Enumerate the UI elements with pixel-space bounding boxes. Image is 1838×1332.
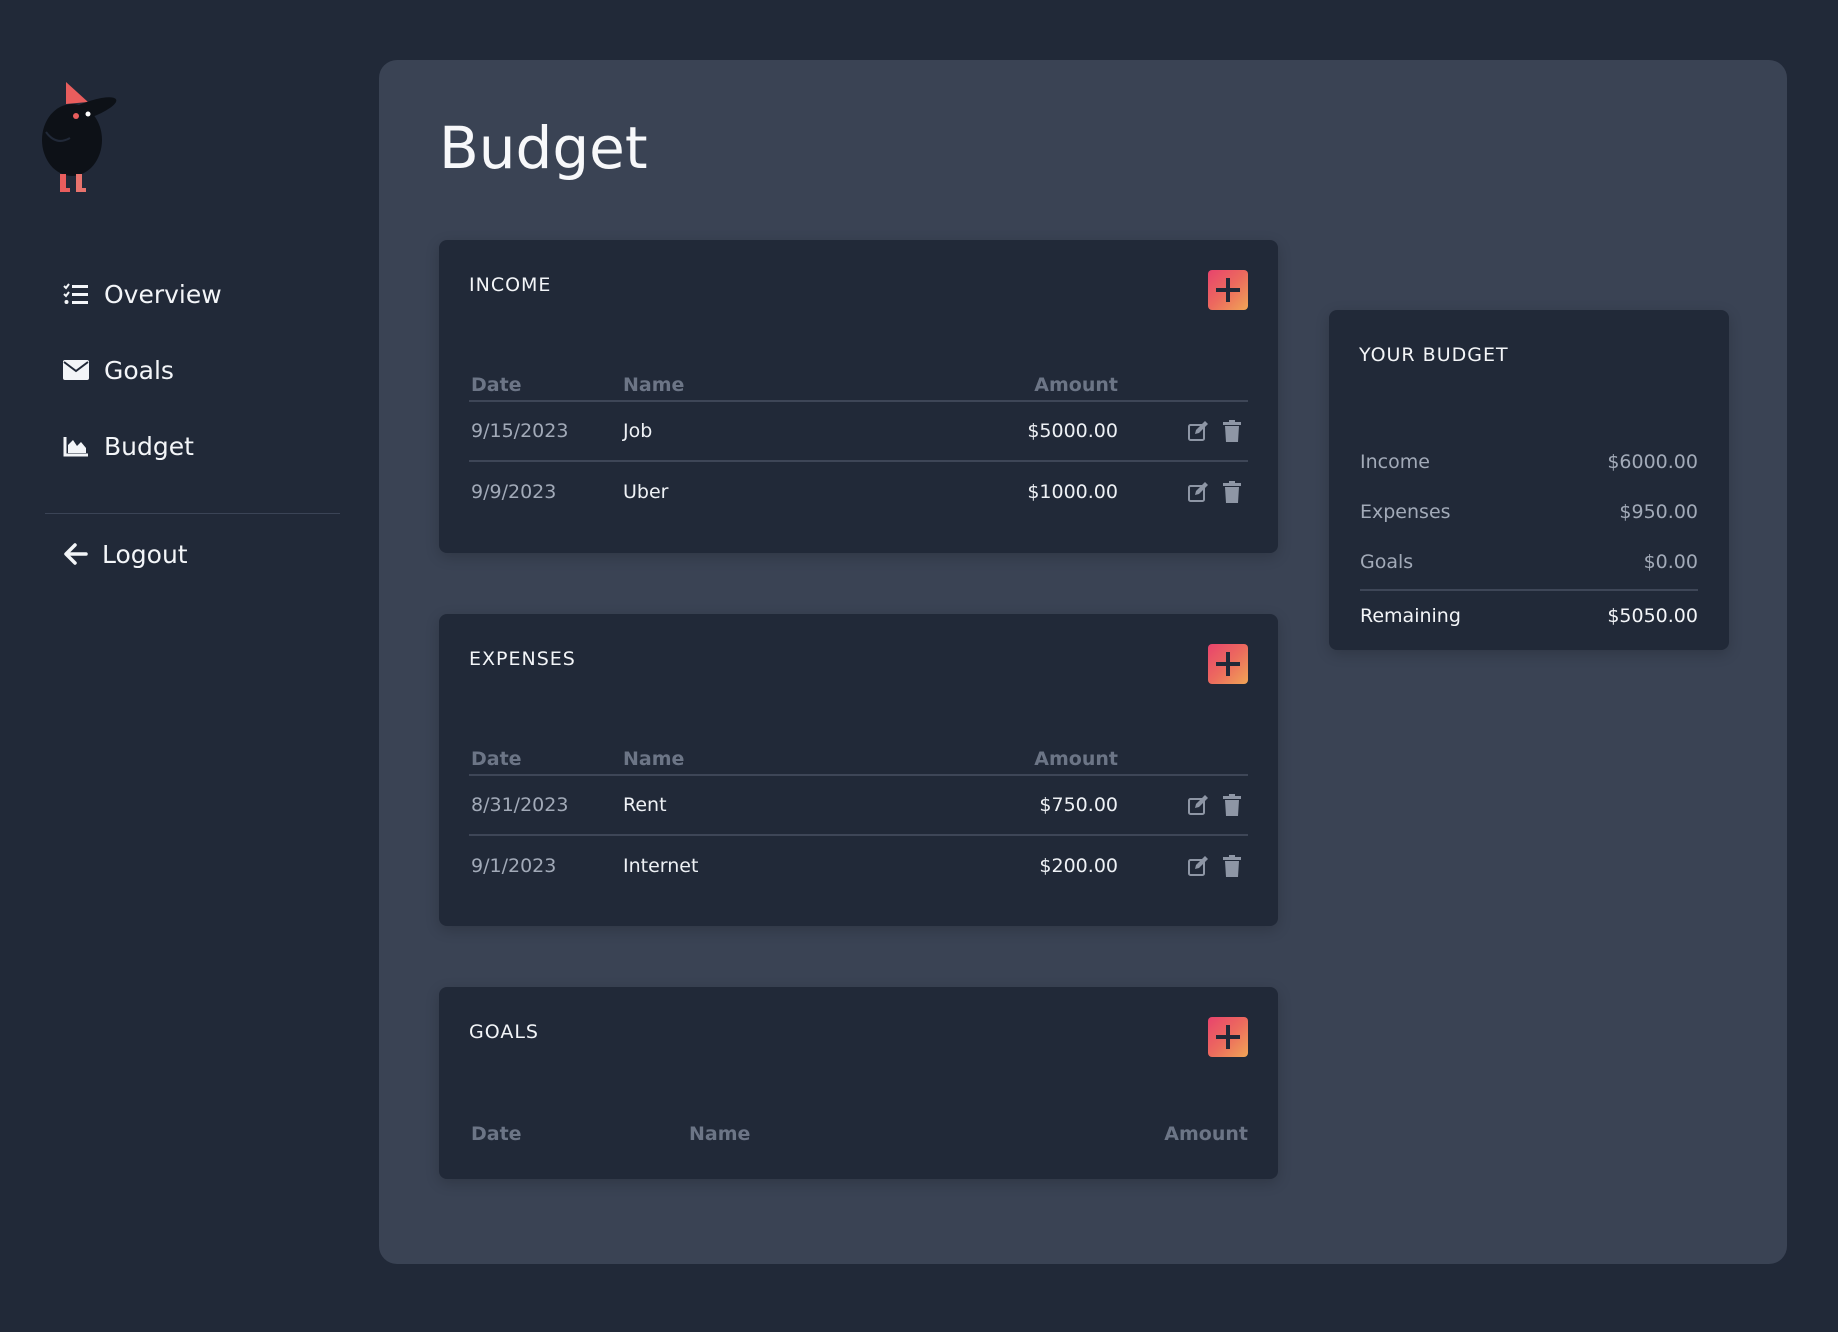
- summary-label: Income: [1360, 451, 1430, 473]
- edit-icon[interactable]: [1186, 480, 1210, 504]
- edit-icon[interactable]: [1186, 793, 1210, 817]
- row-date: 9/15/2023: [471, 420, 569, 442]
- sidebar-item-goals[interactable]: Goals: [62, 346, 342, 394]
- row-amount: $200.00: [1039, 855, 1118, 877]
- summary-rows: Income $6000.00 Expenses $950.00 Goals $…: [1360, 437, 1698, 641]
- trash-icon[interactable]: [1220, 419, 1244, 443]
- area-chart-icon: [62, 432, 90, 460]
- sidebar-nav: Overview Goals Budget: [62, 270, 342, 498]
- plus-icon: [1216, 1025, 1240, 1049]
- column-header-amount: Amount: [1034, 374, 1118, 396]
- trash-icon[interactable]: [1220, 854, 1244, 878]
- add-goal-button[interactable]: [1208, 1017, 1248, 1057]
- column-header-amount: Amount: [1034, 748, 1118, 770]
- add-income-button[interactable]: [1208, 270, 1248, 310]
- row-name: Internet: [623, 855, 699, 877]
- edit-icon[interactable]: [1186, 854, 1210, 878]
- summary-row-goals: Goals $0.00: [1360, 537, 1698, 587]
- column-header-date: Date: [471, 748, 522, 770]
- table-row: 8/31/2023 Rent $750.00: [469, 776, 1248, 836]
- trash-icon[interactable]: [1220, 480, 1244, 504]
- expenses-card: EXPENSES Date Name Amount 8/31/2023 Rent…: [439, 614, 1278, 926]
- row-amount: $1000.00: [1027, 481, 1118, 503]
- plus-icon: [1216, 652, 1240, 676]
- row-amount: $750.00: [1039, 794, 1118, 816]
- column-header-name: Name: [689, 1123, 751, 1145]
- row-date: 9/1/2023: [471, 855, 557, 877]
- row-date: 8/31/2023: [471, 794, 569, 816]
- summary-label: Expenses: [1360, 501, 1451, 523]
- row-amount: $5000.00: [1027, 420, 1118, 442]
- expenses-table: Date Name Amount 8/31/2023 Rent $750.00 …: [469, 744, 1248, 896]
- column-header-name: Name: [623, 748, 685, 770]
- row-name: Rent: [623, 794, 667, 816]
- sidebar-item-budget[interactable]: Budget: [62, 422, 342, 470]
- edit-icon[interactable]: [1186, 419, 1210, 443]
- column-header-name: Name: [623, 374, 685, 396]
- summary-total-value: $5050.00: [1607, 605, 1698, 627]
- income-card: INCOME Date Name Amount 9/15/2023 Job $5…: [439, 240, 1278, 553]
- sidebar-item-label: Goals: [104, 355, 174, 385]
- main-panel: Budget INCOME Date Name Amount 9/15/2023…: [379, 60, 1787, 1264]
- summary-label: Goals: [1360, 551, 1414, 573]
- goals-title: GOALS: [469, 1021, 539, 1043]
- budget-summary-card: YOUR BUDGET Income $6000.00 Expenses $95…: [1329, 310, 1729, 650]
- plus-icon: [1216, 278, 1240, 302]
- sidebar-item-overview[interactable]: Overview: [62, 270, 342, 318]
- summary-row-remaining: Remaining $5050.00: [1360, 589, 1698, 641]
- table-header: Date Name Amount: [469, 744, 1248, 776]
- summary-row-income: Income $6000.00: [1360, 437, 1698, 487]
- summary-value: $0.00: [1643, 551, 1698, 573]
- logout-label: Logout: [102, 539, 188, 569]
- goals-card: GOALS Date Name Amount: [439, 987, 1278, 1179]
- summary-value: $950.00: [1619, 501, 1698, 523]
- summary-total-label: Remaining: [1360, 605, 1461, 627]
- row-name: Job: [623, 420, 653, 442]
- income-table: Date Name Amount 9/15/2023 Job $5000.00 …: [469, 370, 1248, 522]
- sidebar-item-label: Overview: [104, 279, 222, 309]
- column-header-amount: Amount: [1164, 1123, 1248, 1145]
- income-title: INCOME: [469, 274, 552, 296]
- summary-title: YOUR BUDGET: [1359, 344, 1509, 366]
- summary-row-expenses: Expenses $950.00: [1360, 487, 1698, 537]
- table-header: Date Name Amount: [469, 1117, 1248, 1149]
- table-row: 9/9/2023 Uber $1000.00: [469, 462, 1248, 522]
- logout-button[interactable]: Logout: [62, 530, 188, 578]
- arrow-left-icon: [62, 540, 90, 568]
- row-date: 9/9/2023: [471, 481, 557, 503]
- column-header-date: Date: [471, 1123, 522, 1145]
- summary-value: $6000.00: [1607, 451, 1698, 473]
- add-expense-button[interactable]: [1208, 644, 1248, 684]
- column-header-date: Date: [471, 374, 522, 396]
- envelope-icon: [62, 356, 90, 384]
- trash-icon[interactable]: [1220, 793, 1244, 817]
- sidebar-item-label: Budget: [104, 431, 194, 461]
- sidebar-divider: [45, 513, 340, 514]
- page-title: Budget: [439, 114, 648, 182]
- row-name: Uber: [623, 481, 669, 503]
- list-check-icon: [62, 280, 90, 308]
- table-row: 9/15/2023 Job $5000.00: [469, 402, 1248, 462]
- table-header: Date Name Amount: [469, 370, 1248, 402]
- table-row: 9/1/2023 Internet $200.00: [469, 836, 1248, 896]
- goals-table: Date Name Amount: [469, 1117, 1248, 1149]
- expenses-title: EXPENSES: [469, 648, 576, 670]
- app-logo: [42, 82, 117, 192]
